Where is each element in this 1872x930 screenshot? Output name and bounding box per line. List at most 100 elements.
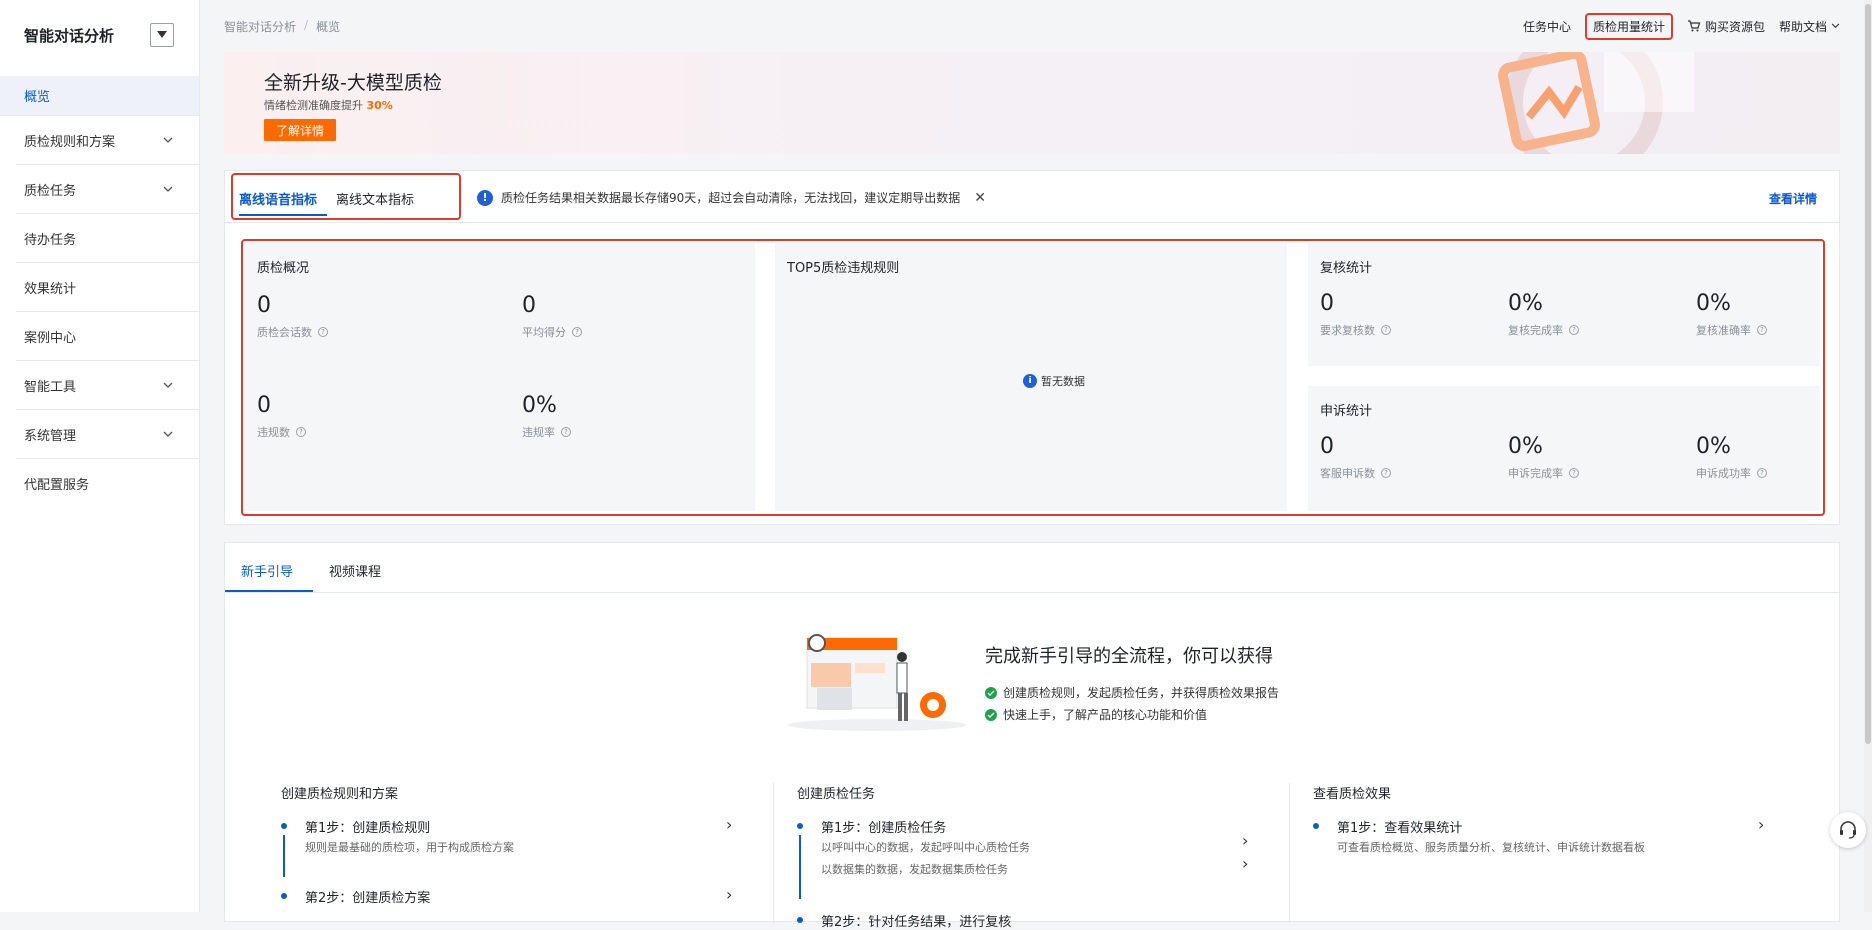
guide-column-tasks: 创建质检任务 第1步：创建质检任务 以呼叫中心的数据，发起呼叫中心质检任务 › … bbox=[797, 783, 1267, 930]
help-docs-link[interactable]: 帮助文档 bbox=[1779, 18, 1840, 35]
cart-icon bbox=[1687, 20, 1701, 32]
panel-title: 申诉统计 bbox=[1320, 404, 1373, 419]
chevron-right-icon[interactable]: › bbox=[726, 815, 732, 834]
tab-offline-voice[interactable]: 离线语音指标 bbox=[239, 189, 317, 208]
sidebar-item-system[interactable]: 系统管理 bbox=[16, 410, 199, 459]
customer-support-button[interactable] bbox=[1830, 812, 1866, 848]
metric-value: 0% bbox=[522, 393, 557, 418]
step-connector bbox=[799, 835, 801, 899]
metric-label: 违规率? bbox=[522, 424, 571, 440]
metric-appeal-count: 0 客服申诉数? bbox=[1320, 434, 1391, 481]
panel-title: 复核统计 bbox=[1320, 261, 1373, 276]
sidebar: 智能对话分析 概览 质检规则和方案 质检任务 待办任务 效果统计 案例中心 智能… bbox=[0, 0, 200, 912]
top-links: 任务中心 质检用量统计 购买资源包 帮助文档 bbox=[1523, 12, 1840, 40]
help-icon[interactable]: ? bbox=[1757, 468, 1767, 478]
metric-label: 违规数? bbox=[257, 424, 306, 440]
sidebar-item-label: 智能工具 bbox=[24, 379, 77, 395]
tab-offline-text[interactable]: 离线文本指标 bbox=[336, 189, 414, 208]
sidebar-collapse-button[interactable] bbox=[150, 23, 174, 47]
sidebar-title: 智能对话分析 bbox=[24, 26, 115, 45]
column-title: 查看质检效果 bbox=[1313, 787, 1392, 802]
learn-more-button[interactable]: 了解详情 bbox=[264, 119, 336, 141]
divider bbox=[225, 592, 1839, 593]
help-icon[interactable]: ? bbox=[1381, 468, 1391, 478]
metric-label: 质检会话数? bbox=[257, 324, 328, 340]
metric-review-accuracy: 0% 复核准确率? bbox=[1696, 291, 1767, 338]
sidebar-item-label: 质检任务 bbox=[24, 183, 77, 199]
step-title: 第2步：创建质检方案 bbox=[305, 891, 431, 906]
breadcrumb: 智能对话分析 / 概览 bbox=[224, 18, 340, 35]
panel-title: TOP5质检违规规则 bbox=[787, 261, 900, 276]
help-icon[interactable]: ? bbox=[1381, 325, 1391, 335]
sidebar-item-case-center[interactable]: 案例中心 bbox=[16, 312, 199, 361]
help-icon[interactable]: ? bbox=[1569, 325, 1579, 335]
sidebar-item-label: 质检规则和方案 bbox=[24, 134, 116, 150]
step-dot bbox=[281, 823, 287, 829]
info-icon: ! bbox=[477, 189, 493, 206]
chevron-right-icon[interactable]: › bbox=[1758, 815, 1764, 834]
chevron-right-icon[interactable]: › bbox=[726, 885, 732, 904]
help-icon[interactable]: ? bbox=[1757, 325, 1767, 335]
sidebar-item-label: 概览 bbox=[24, 90, 51, 105]
metric-label: 复核准确率? bbox=[1696, 322, 1767, 338]
metric-value: 0 bbox=[522, 293, 536, 318]
metric-label-text: 质检会话数 bbox=[257, 326, 312, 339]
metric-violations: 0 违规数? bbox=[257, 393, 306, 440]
appeal-stats-panel: 申诉统计 0 客服申诉数? 0% 申诉完成率? 0% 申诉成功率? bbox=[1308, 386, 1820, 511]
metric-value: 0 bbox=[257, 293, 271, 318]
column-title: 创建质检规则和方案 bbox=[281, 787, 399, 802]
close-icon[interactable]: ✕ bbox=[974, 190, 986, 206]
metric-value: 0% bbox=[1696, 291, 1731, 316]
breadcrumb-separator: / bbox=[304, 17, 309, 32]
sidebar-item-tools[interactable]: 智能工具 bbox=[16, 361, 199, 410]
step-title: 第1步：创建质检规则 bbox=[305, 821, 431, 836]
help-icon[interactable]: ? bbox=[1569, 468, 1579, 478]
breadcrumb-root[interactable]: 智能对话分析 bbox=[224, 18, 296, 35]
top-bar: 智能对话分析 / 概览 任务中心 质检用量统计 购买资源包 帮助文档 bbox=[200, 0, 1864, 52]
sidebar-item-overview[interactable]: 概览 bbox=[0, 76, 199, 116]
buy-package-link[interactable]: 购买资源包 bbox=[1687, 18, 1765, 35]
sidebar-item-rules[interactable]: 质检规则和方案 bbox=[16, 116, 199, 165]
metric-value: 0% bbox=[1508, 434, 1543, 459]
scrollbar-thumb[interactable] bbox=[1865, 4, 1871, 744]
view-details-link[interactable]: 查看详情 bbox=[1769, 190, 1817, 207]
help-icon[interactable]: ? bbox=[296, 427, 306, 437]
banner-subtitle: 情绪检测准确度提升 30% bbox=[264, 97, 393, 113]
metric-label-text: 违规数 bbox=[257, 426, 290, 439]
sidebar-item-label: 系统管理 bbox=[24, 428, 77, 444]
sidebar-item-config-service[interactable]: 代配置服务 bbox=[16, 459, 199, 508]
caret-down-icon bbox=[157, 31, 167, 38]
guide-column-rules: 创建质检规则和方案 第1步：创建质检规则 规则是最基础的质检项，用于构成质检方案… bbox=[281, 783, 751, 906]
buy-package-label: 购买资源包 bbox=[1704, 19, 1765, 34]
step-dot bbox=[797, 823, 803, 829]
sidebar-item-effect-stats[interactable]: 效果统计 bbox=[16, 263, 199, 312]
qc-overview-panel: 质检概况 0 质检会话数? 0 平均得分? 0 违规数? 0% 违规率? bbox=[245, 243, 755, 511]
help-icon[interactable]: ? bbox=[572, 327, 582, 337]
active-tab-indicator bbox=[239, 214, 327, 216]
sidebar-item-label: 效果统计 bbox=[24, 281, 77, 297]
tab-beginner-guide[interactable]: 新手引导 bbox=[241, 561, 293, 580]
tab-video-courses[interactable]: 视频课程 bbox=[329, 561, 381, 580]
sidebar-item-label: 待办任务 bbox=[24, 232, 77, 248]
benefit-item: 创建质检规则，发起质检任务，并获得质检效果报告 bbox=[985, 684, 1279, 701]
task-center-link[interactable]: 任务中心 bbox=[1523, 18, 1571, 35]
sidebar-item-todo[interactable]: 待办任务 bbox=[16, 214, 199, 263]
benefit-item: 快速上手，了解产品的核心功能和价值 bbox=[985, 706, 1207, 723]
chevron-right-icon[interactable]: › bbox=[1242, 831, 1248, 850]
chevron-right-icon[interactable]: › bbox=[1242, 854, 1248, 873]
banner-subtitle-value: 30% bbox=[366, 99, 393, 112]
usage-stats-link[interactable]: 质检用量统计 bbox=[1584, 12, 1673, 40]
help-docs-label: 帮助文档 bbox=[1778, 19, 1827, 34]
help-icon[interactable]: ? bbox=[318, 327, 328, 337]
chevron-down-icon bbox=[163, 137, 173, 143]
review-stats-panel: 复核统计 0 要求复核数? 0% 复核完成率? 0% 复核准确率? bbox=[1308, 243, 1820, 366]
page-scrollbar[interactable] bbox=[1864, 0, 1872, 912]
promo-banner: 全新升级-大模型质检 情绪检测准确度提升 30% 了解详情 bbox=[224, 52, 1840, 154]
metric-label: 申诉成功率? bbox=[1696, 465, 1767, 481]
help-icon[interactable]: ? bbox=[561, 427, 571, 437]
metric-value: 0 bbox=[1320, 291, 1334, 316]
benefit-text: 创建质检规则，发起质检任务，并获得质检效果报告 bbox=[1003, 686, 1280, 700]
step-dot bbox=[1313, 823, 1319, 829]
check-circle-icon bbox=[985, 686, 997, 699]
sidebar-item-tasks[interactable]: 质检任务 bbox=[16, 165, 199, 214]
